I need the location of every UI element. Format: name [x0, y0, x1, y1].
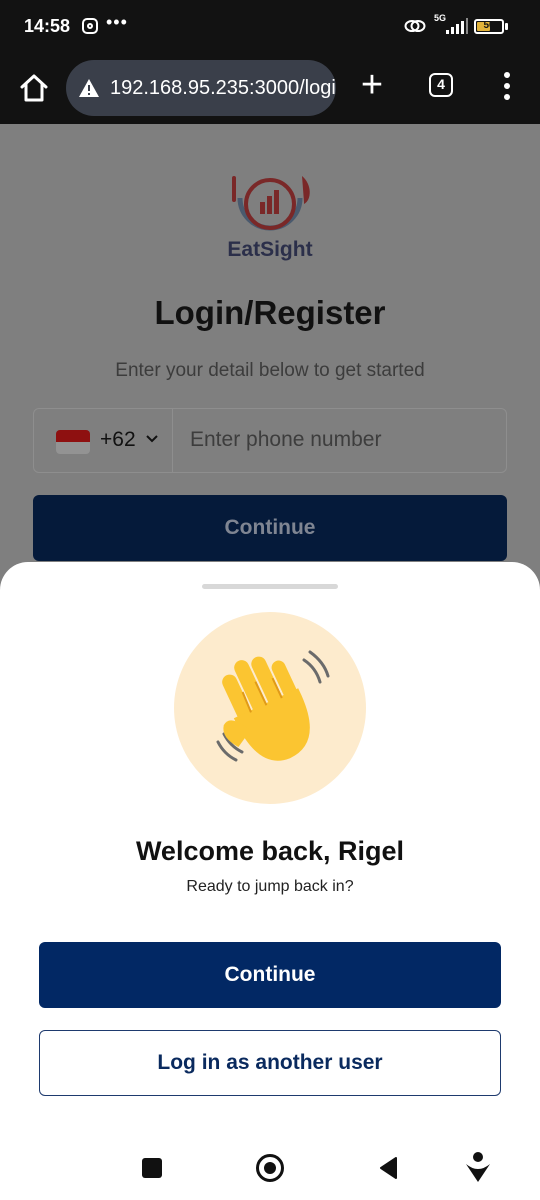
more-notifications-icon: •••: [106, 12, 128, 32]
back-icon[interactable]: [378, 1156, 398, 1180]
url-text[interactable]: 192.168.95.235:3000/login: [110, 77, 336, 100]
warning-icon[interactable]: [78, 78, 100, 98]
page-subtitle: Enter your detail below to get started: [115, 360, 425, 381]
wave-circle: [174, 612, 366, 804]
battery-level: 50: [483, 20, 495, 31]
browser-toolbar: 192.168.95.235:3000/login + 4: [0, 56, 540, 124]
welcome-back-sheet: Welcome back, Rigel Ready to jump back i…: [0, 562, 540, 1200]
tab-switcher-button[interactable]: 4: [429, 73, 453, 97]
status-bar: 14:58 ••• 5G 50: [0, 0, 540, 56]
network-type: 5G: [434, 13, 447, 23]
continue-button[interactable]: Continue: [39, 942, 501, 1008]
navigation-bar: [0, 1130, 540, 1200]
welcome-title: Welcome back, Rigel: [135, 836, 405, 866]
brand-name: EatSight: [227, 238, 313, 261]
field-divider: [172, 409, 173, 472]
home-nav-icon[interactable]: [256, 1154, 284, 1182]
signal-icon: [446, 18, 468, 34]
battery-icon: 50: [474, 19, 504, 34]
phone-input[interactable]: Enter phone number: [190, 428, 381, 452]
phone-field[interactable]: +62 Enter phone number: [33, 408, 507, 473]
continue-button-background[interactable]: Continue: [33, 495, 507, 561]
indonesia-flag-icon[interactable]: [56, 430, 90, 454]
chevron-down-icon[interactable]: [145, 434, 159, 444]
battery-tip: [505, 23, 508, 30]
login-another-user-button[interactable]: Log in as another user: [39, 1030, 501, 1096]
welcome-subtitle: Ready to jump back in?: [186, 878, 354, 895]
home-icon[interactable]: [16, 70, 52, 106]
more-options-icon[interactable]: [496, 72, 518, 102]
country-code[interactable]: +62: [100, 428, 136, 452]
assistant-icon[interactable]: [466, 1152, 490, 1182]
eatsight-logo: [232, 176, 310, 231]
instagram-notification-icon: [82, 18, 98, 34]
address-bar[interactable]: 192.168.95.235:3000/login: [66, 60, 336, 116]
status-time: 14:58: [24, 16, 71, 36]
link-icon: [404, 20, 426, 32]
recent-apps-icon[interactable]: [142, 1158, 162, 1178]
waving-hand-icon: [216, 650, 330, 762]
page-title: Login/Register: [154, 294, 386, 331]
new-tab-button[interactable]: +: [356, 66, 388, 106]
sheet-drag-handle[interactable]: [202, 584, 338, 589]
